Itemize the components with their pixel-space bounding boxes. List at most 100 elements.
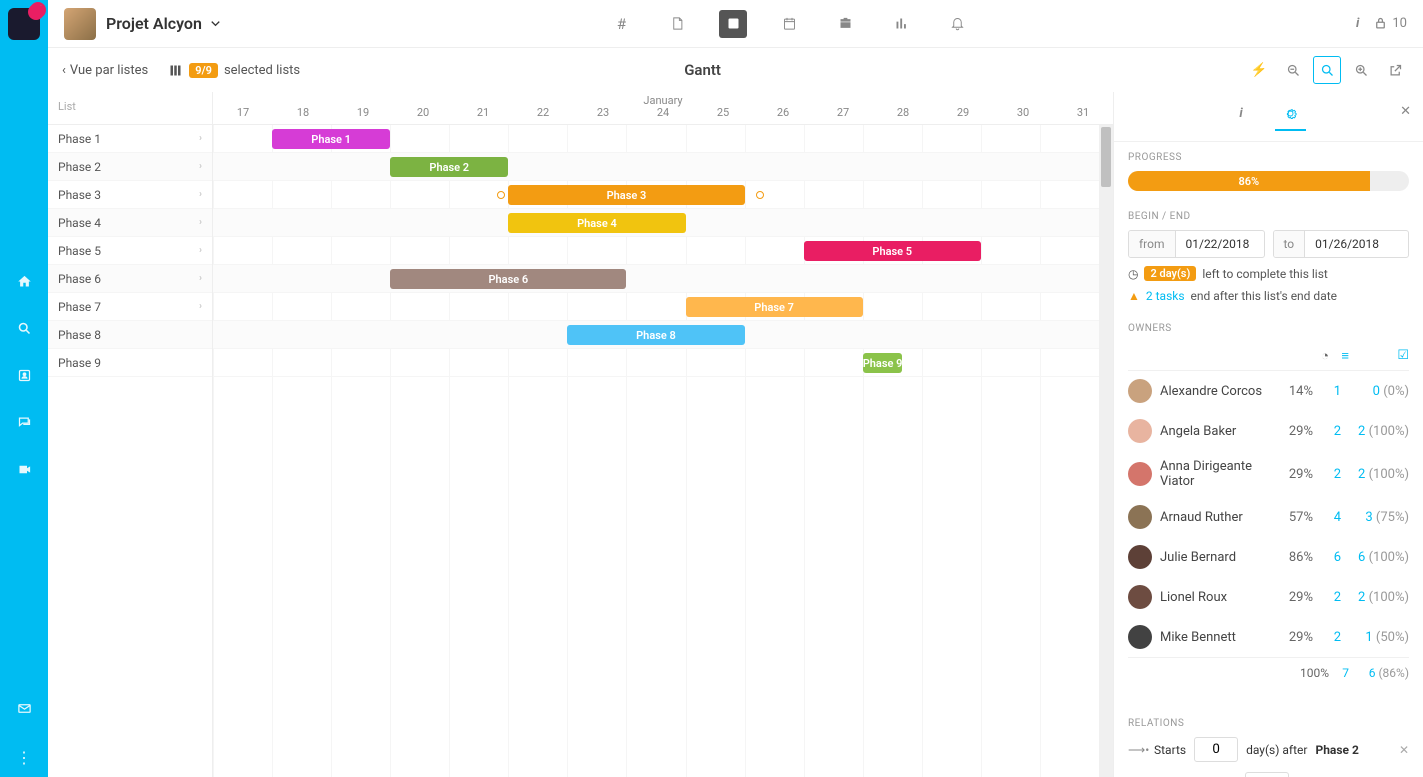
day-22: 22: [513, 106, 573, 124]
search-icon[interactable]: [17, 321, 32, 340]
from-date-box[interactable]: from 01/22/2018: [1128, 230, 1265, 258]
app-logo[interactable]: 11: [8, 8, 40, 40]
relations-section: RELATIONS ⟶• Starts day(s) after Phase 2…: [1114, 708, 1423, 777]
day-28: 28: [873, 106, 933, 124]
top-right: i 10: [1356, 16, 1407, 31]
progress-fill: 86%: [1128, 171, 1370, 191]
relation-in-icon: ⟶•: [1128, 743, 1146, 757]
progress-section: PROGRESS 86%: [1114, 142, 1423, 201]
hash-icon[interactable]: #: [607, 10, 635, 38]
bolt-button[interactable]: ⚡: [1245, 56, 1273, 84]
tab-settings[interactable]: [1275, 102, 1306, 131]
list-rows: Phase 1›Phase 2›Phase 3›Phase 4›Phase 5›…: [48, 125, 213, 777]
gantt-area: List January 171819202122232425262728293…: [48, 92, 1113, 777]
gantt-bar-phase-4[interactable]: Phase 4: [508, 213, 685, 233]
gantt-chart[interactable]: Phase 1Phase 2Phase 3 Phase 4 Phase 5 Phase…: [213, 125, 1099, 777]
days-left-line: ◷ 2 day(s) left to complete this list: [1128, 266, 1409, 281]
to-date: 01/26/2018: [1305, 231, 1408, 257]
subbar: ‹ Vue par listes 9/9 selected lists Gant…: [48, 48, 1423, 92]
owner-tasks: 1: [1321, 384, 1341, 399]
relation-1-input[interactable]: [1194, 737, 1238, 762]
owner-name: Mike Bennett: [1160, 630, 1265, 645]
relation-1-delete[interactable]: ✕: [1399, 743, 1409, 757]
mail-icon[interactable]: [17, 701, 32, 720]
contacts-icon[interactable]: [17, 368, 32, 387]
zoom-fit-button[interactable]: [1313, 56, 1341, 84]
relation-row-2: •⟶ Phase 5 starts day(s) after ✕: [1128, 772, 1409, 777]
owner-row[interactable]: Julie Bernard86%66 (100%): [1128, 537, 1409, 577]
tasks-icon[interactable]: [719, 10, 747, 38]
project-title[interactable]: Projet Alcyon: [106, 14, 223, 33]
info-icon[interactable]: i: [1356, 16, 1359, 31]
avatar: [1128, 462, 1152, 486]
to-date-box[interactable]: to 01/26/2018: [1273, 230, 1410, 258]
video-icon[interactable]: [17, 462, 32, 481]
bell-icon[interactable]: [943, 10, 971, 38]
more-icon[interactable]: ⋮: [16, 748, 32, 767]
dates-section: BEGIN / END from 01/22/2018 to 01/26/201…: [1114, 201, 1423, 313]
list-row-phase-9[interactable]: Phase 9: [48, 349, 212, 377]
tasks-warn-link[interactable]: 2 tasks: [1146, 289, 1185, 303]
gantt-bar-phase-5[interactable]: Phase 5: [804, 241, 981, 261]
owner-done: 0 (0%): [1349, 384, 1409, 399]
back-link[interactable]: ‹ Vue par listes: [62, 63, 148, 78]
list-row-phase-4[interactable]: Phase 4›: [48, 209, 212, 237]
gantt-bar-phase-2[interactable]: Phase 2: [390, 157, 508, 177]
chevron-left-icon: ‹: [62, 63, 66, 78]
chat-icon[interactable]: [17, 415, 32, 434]
clock-icon: ◷: [1128, 267, 1138, 281]
list-row-phase-2[interactable]: Phase 2›: [48, 153, 212, 181]
close-icon[interactable]: ✕: [1400, 104, 1411, 119]
gantt-bar-phase-7[interactable]: Phase 7: [686, 297, 863, 317]
owner-row[interactable]: Alexandre Corcos14%10 (0%): [1128, 371, 1409, 411]
doc-icon[interactable]: [663, 10, 691, 38]
owner-row[interactable]: Lionel Roux29%22 (100%): [1128, 577, 1409, 617]
owner-pct: 29%: [1273, 467, 1313, 482]
owner-name: Angela Baker: [1160, 424, 1265, 439]
gantt-bar-phase-3[interactable]: Phase 3: [508, 185, 744, 205]
day-18: 18: [273, 106, 333, 124]
relation-2-input[interactable]: [1245, 772, 1289, 777]
owner-done: 1 (50%): [1349, 630, 1409, 645]
timeline-header: January 171819202122232425262728293031: [213, 92, 1113, 124]
days-left-badge: 2 day(s): [1144, 266, 1196, 281]
avatar: [1128, 625, 1152, 649]
chart-icon[interactable]: [887, 10, 915, 38]
owner-tasks: 2: [1321, 467, 1341, 482]
list-row-phase-8[interactable]: Phase 8: [48, 321, 212, 349]
owner-name: Lionel Roux: [1160, 590, 1265, 605]
external-button[interactable]: [1381, 56, 1409, 84]
owner-row[interactable]: Angela Baker29%22 (100%): [1128, 411, 1409, 451]
tab-info[interactable]: i: [1231, 102, 1250, 131]
gantt-bar-phase-1[interactable]: Phase 1: [272, 129, 390, 149]
scrollbar-v[interactable]: [1099, 125, 1113, 777]
calendar-icon[interactable]: [775, 10, 803, 38]
users-count[interactable]: 10: [1373, 16, 1407, 31]
list-row-phase-5[interactable]: Phase 5›: [48, 237, 212, 265]
owner-row[interactable]: Arnaud Ruther57%43 (75%): [1128, 497, 1409, 537]
owner-row[interactable]: Anna Dirigeante Viator29%22 (100%): [1128, 451, 1409, 497]
connector-dot[interactable]: [497, 191, 505, 199]
gantt-bar-phase-6[interactable]: Phase 6: [390, 269, 626, 289]
back-text: Vue par listes: [70, 63, 148, 78]
sub-tools: ⚡: [1245, 56, 1409, 84]
main: Projet Alcyon # i 10 ‹ Vue par listes: [48, 0, 1423, 777]
list-row-phase-6[interactable]: Phase 6›: [48, 265, 212, 293]
list-row-phase-7[interactable]: Phase 7›: [48, 293, 212, 321]
list-col-header: List: [48, 92, 213, 124]
zoom-out-button[interactable]: [1279, 56, 1307, 84]
owner-done: 3 (75%): [1349, 510, 1409, 525]
project-thumb[interactable]: [64, 8, 96, 40]
view-title: Gantt: [180, 61, 1225, 79]
list-row-phase-1[interactable]: Phase 1›: [48, 125, 212, 153]
scroll-thumb[interactable]: [1101, 127, 1111, 187]
zoom-in-button[interactable]: [1347, 56, 1375, 84]
gantt-bar-phase-9[interactable]: Phase 9: [863, 353, 903, 373]
list-row-phase-3[interactable]: Phase 3›: [48, 181, 212, 209]
owner-tasks: 2: [1321, 630, 1341, 645]
briefcase-icon[interactable]: [831, 10, 859, 38]
chevron-down-icon: [208, 16, 223, 31]
owner-row[interactable]: Mike Bennett29%21 (50%): [1128, 617, 1409, 657]
gantt-bar-phase-8[interactable]: Phase 8: [567, 325, 744, 345]
home-icon[interactable]: [17, 274, 32, 293]
